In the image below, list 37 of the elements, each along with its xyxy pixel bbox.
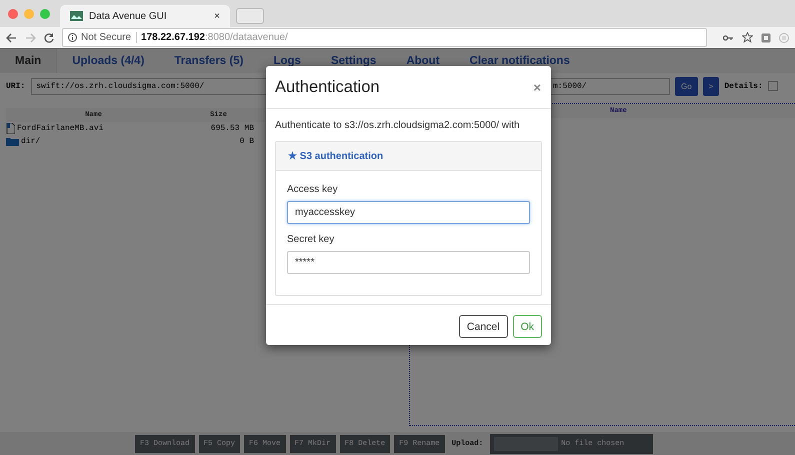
- input-field[interactable]: myaccesskey: [287, 201, 530, 224]
- field-label: Access key: [287, 184, 339, 195]
- nav-tab[interactable]: Transfers (5): [159, 49, 258, 73]
- menu-icon[interactable]: [779, 32, 789, 42]
- window-controls-icon[interactable]: [8, 8, 50, 18]
- folder-icon: [6, 137, 19, 146]
- ok-button[interactable]: Ok: [512, 315, 542, 338]
- file-name[interactable]: dir/: [21, 137, 40, 146]
- star-icon[interactable]: [742, 32, 753, 43]
- details-checkbox[interactable]: [768, 81, 778, 91]
- input-field[interactable]: *****: [287, 251, 530, 274]
- uri-label: URI:: [6, 82, 26, 90]
- forward-icon[interactable]: [25, 32, 36, 42]
- cancel-button[interactable]: Cancel: [458, 315, 508, 338]
- file-size: 0 B: [238, 137, 255, 146]
- new-tab-button[interactable]: [236, 8, 264, 24]
- nav-tab[interactable]: Main: [0, 49, 58, 73]
- dialog-prompt: Authenticate to s3://os.zrh.cloudsigma2.com:5000/ with: [275, 120, 521, 131]
- uri-field[interactable]: m:5000/: [548, 78, 670, 94]
- favicon-icon: [70, 11, 83, 21]
- key-icon[interactable]: [723, 34, 734, 40]
- extension-icon[interactable]: [761, 32, 771, 42]
- info-icon: [68, 33, 77, 42]
- next-button[interactable]: >: [702, 76, 720, 96]
- browser-tab[interactable]: Data Avenue GUI ×: [60, 5, 230, 27]
- back-icon[interactable]: [6, 32, 17, 42]
- address-bar[interactable]: Not Secure 178.22.67.192:8080/dataavenue/: [62, 28, 707, 47]
- go-button[interactable]: Go: [675, 76, 698, 96]
- nav-tab[interactable]: Uploads (4/4): [57, 49, 160, 73]
- field-label: Secret key: [287, 234, 336, 245]
- dialog-title: Authentication: [275, 78, 380, 96]
- auth-method-heading[interactable]: ★ S3 authentication: [276, 142, 541, 171]
- details-label: Details:: [724, 82, 763, 90]
- file-size: 695.53 MB: [210, 124, 255, 133]
- close-button[interactable]: ×: [533, 80, 541, 94]
- file-name[interactable]: FordFairlaneMB.avi: [17, 124, 104, 133]
- reload-icon[interactable]: [44, 32, 54, 42]
